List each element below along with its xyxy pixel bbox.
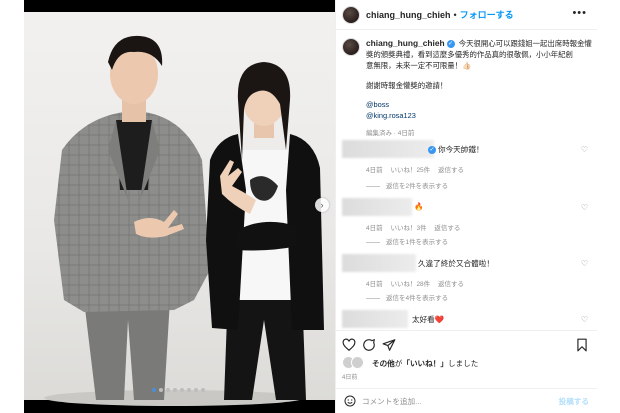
avatar[interactable] bbox=[342, 310, 408, 328]
likes-quoted[interactable]: 「いいね！」 bbox=[402, 359, 448, 368]
comment-meta: 4日前 いいね！28件 返信する bbox=[366, 278, 470, 288]
carousel-next-button[interactable]: › bbox=[315, 198, 329, 212]
comment-text: 久違了終於又合體啦！ bbox=[418, 259, 494, 268]
caption-text-line: 意無限，未來一定不可限量！👍🏻 bbox=[366, 61, 472, 71]
comment-meta: 4日前 いいね！25件 返信する bbox=[366, 164, 470, 174]
more-icon[interactable]: ••• bbox=[572, 8, 587, 19]
emoji-icon[interactable] bbox=[344, 395, 356, 407]
avatar[interactable] bbox=[342, 198, 412, 216]
view-replies-button[interactable]: 返信を1件を表示する bbox=[366, 236, 448, 246]
caption-text-line: 獎的頒獎典禮，看到這麼多優秀的作品真的很敬佩，小小年紀創 bbox=[366, 50, 573, 60]
comment-text: 你今天帥鐵！ bbox=[438, 145, 484, 154]
post-header: chiang_hung_chieh • フォローする ••• bbox=[336, 0, 597, 30]
likes-others-link[interactable]: その他 bbox=[372, 359, 395, 368]
bookmark-icon[interactable] bbox=[575, 338, 589, 352]
add-comment-bar: コメントを追加... 投稿する bbox=[336, 388, 597, 413]
comment: 🔥 4日前 いいね！3件 返信する ♡ bbox=[342, 198, 592, 234]
view-replies-button[interactable]: 返信を2件を表示する bbox=[366, 180, 448, 190]
post-caption: chiang_hung_chieh ✓ 今天很開心可以跟錢姐一起出席時報金懽 獎的… bbox=[342, 38, 592, 137]
caption-text-line: 今天很開心可以跟錢姐一起出席時報金懽 bbox=[458, 39, 592, 48]
carousel-dots bbox=[152, 388, 205, 392]
comment-icon[interactable] bbox=[362, 338, 376, 352]
caption-username[interactable]: chiang_hung_chieh bbox=[366, 38, 445, 48]
author-username[interactable]: chiang_hung_chieh bbox=[366, 10, 451, 20]
header-separator: • bbox=[453, 9, 457, 20]
carousel-dot bbox=[187, 388, 191, 392]
comment-meta: 4日前 いいね！3件 返信する bbox=[366, 222, 466, 232]
comment: 久違了終於又合體啦！ 4日前 いいね！28件 返信する ♡ bbox=[342, 254, 592, 290]
avatar[interactable] bbox=[342, 254, 416, 272]
comment-text: 太好看❤️ bbox=[412, 315, 445, 324]
carousel-dot bbox=[173, 388, 177, 392]
heart-icon[interactable]: ♡ bbox=[581, 315, 588, 324]
comment-time: 4日前 bbox=[366, 225, 383, 232]
heart-icon[interactable]: ♡ bbox=[581, 259, 588, 268]
comment-likes[interactable]: いいね！3件 bbox=[390, 225, 426, 232]
carousel-dot bbox=[180, 388, 184, 392]
people-illustration bbox=[44, 35, 324, 406]
heart-icon[interactable]: ♡ bbox=[581, 203, 588, 212]
post-comment-button[interactable]: 投稿する bbox=[559, 396, 589, 407]
chevron-right-icon: › bbox=[320, 200, 324, 210]
carousel-dot bbox=[194, 388, 198, 392]
verified-icon: ✓ bbox=[428, 146, 436, 154]
likes-summary: その他が「いいね！」しました bbox=[342, 356, 592, 370]
heart-icon[interactable] bbox=[342, 338, 356, 352]
avatar[interactable] bbox=[342, 38, 360, 56]
comment-likes[interactable]: いいね！25件 bbox=[390, 167, 430, 174]
carousel-dot bbox=[152, 388, 156, 392]
post-photo[interactable]: › bbox=[24, 0, 335, 413]
comment: ✓ 你今天帥鐵！ 4日前 いいね！25件 返信する ♡ bbox=[342, 140, 592, 176]
comment-time: 4日前 bbox=[366, 281, 383, 288]
heart-icon[interactable]: ♡ bbox=[581, 145, 588, 154]
likes-text-suffix: しました bbox=[447, 359, 479, 368]
mention-link[interactable]: @king.rosa123 bbox=[366, 110, 592, 121]
verified-icon: ✓ bbox=[446, 40, 455, 49]
carousel-dot bbox=[159, 388, 163, 392]
post-date[interactable]: 4日前 bbox=[342, 372, 357, 381]
view-replies-button[interactable]: 返信を4件を表示する bbox=[366, 292, 448, 302]
mention-link[interactable]: @boss bbox=[366, 99, 592, 110]
avatar[interactable] bbox=[342, 5, 360, 24]
comment: 太好看❤️ ♡ bbox=[342, 310, 592, 328]
avatar[interactable] bbox=[342, 140, 434, 158]
caption-meta: 編集済み · 4日前 bbox=[366, 130, 415, 138]
carousel-dot bbox=[201, 388, 205, 392]
comment-input[interactable]: コメントを追加... bbox=[362, 396, 422, 407]
comment-text: 🔥 bbox=[414, 202, 424, 211]
share-icon[interactable] bbox=[382, 338, 396, 352]
comment-likes[interactable]: いいね！28件 bbox=[390, 281, 430, 288]
follow-button[interactable]: フォローする bbox=[460, 8, 514, 21]
instagram-post-modal: › chiang_hung_chieh • フォローする ••• chiang_… bbox=[24, 0, 597, 413]
post-side-panel: chiang_hung_chieh • フォローする ••• chiang_hu… bbox=[335, 0, 597, 413]
caption-thanks: 謝謝時報金懽獎的邀請！ bbox=[366, 80, 448, 90]
avatar[interactable] bbox=[351, 356, 364, 369]
reply-button[interactable]: 返信する bbox=[434, 225, 460, 232]
comment-time: 4日前 bbox=[366, 167, 383, 174]
reply-button[interactable]: 返信する bbox=[438, 167, 464, 174]
carousel-dot bbox=[166, 388, 170, 392]
reply-button[interactable]: 返信する bbox=[438, 281, 464, 288]
post-actions bbox=[336, 330, 597, 356]
